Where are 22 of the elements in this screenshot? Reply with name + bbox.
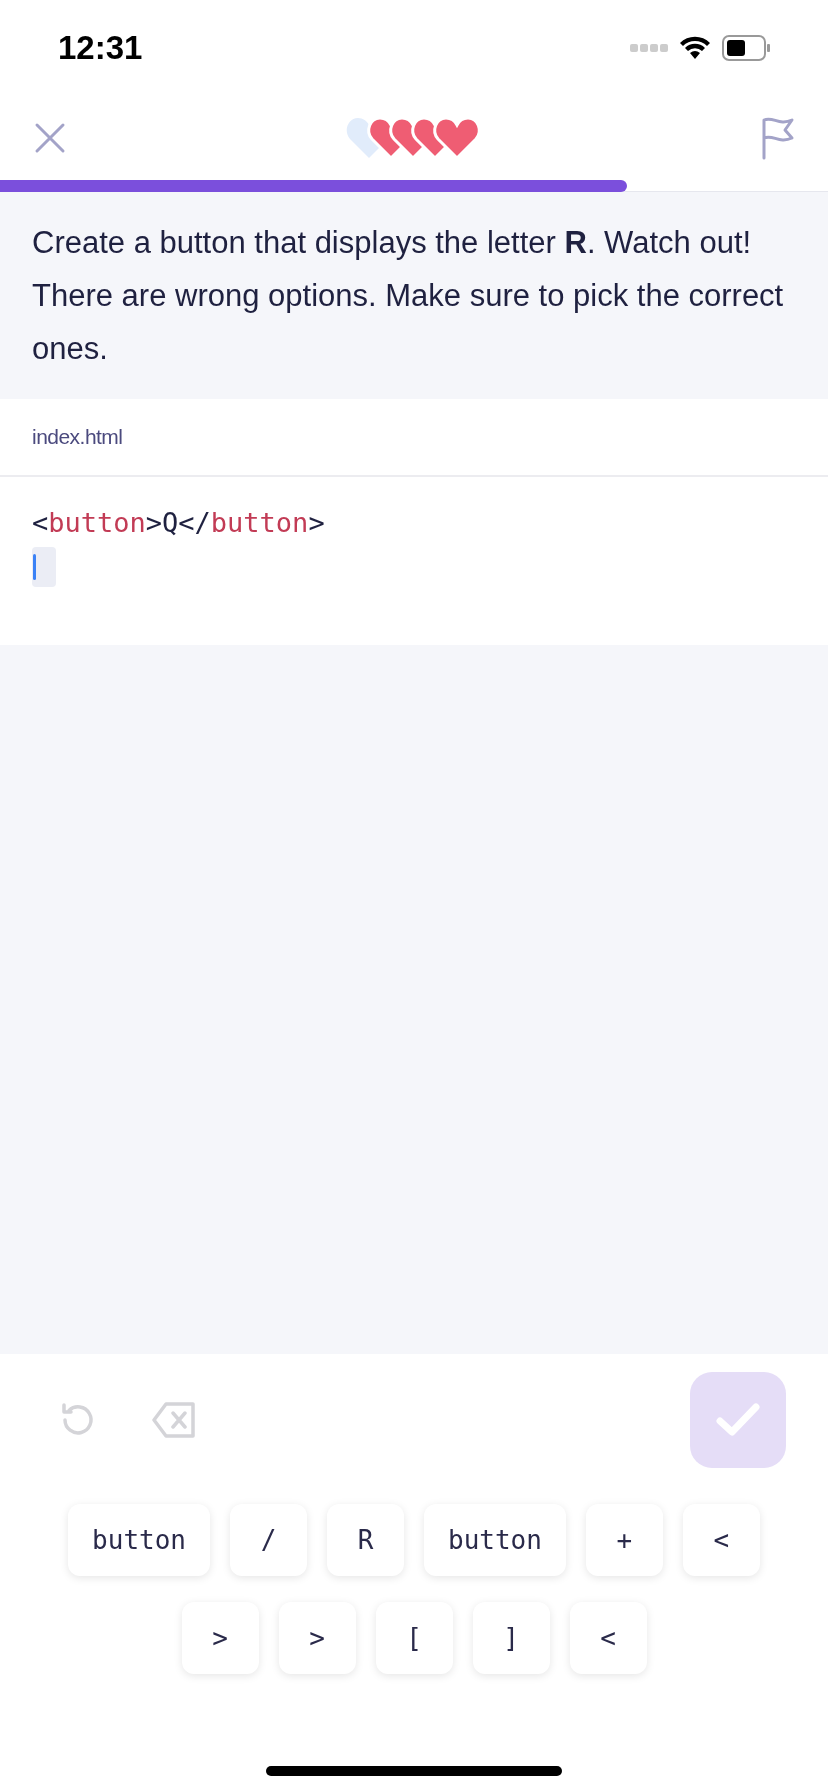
key-button[interactable]: < <box>682 1504 760 1576</box>
key-button[interactable]: + <box>585 1504 663 1576</box>
battery-icon <box>722 35 770 61</box>
key-button[interactable]: / <box>230 1504 307 1576</box>
code-line: <button>Q</button> <box>32 505 325 540</box>
checkmark-icon <box>716 1403 760 1437</box>
wifi-icon <box>680 36 710 60</box>
key-button[interactable]: R <box>327 1504 404 1576</box>
status-time: 12:31 <box>58 28 143 69</box>
key-button[interactable]: < <box>569 1602 647 1674</box>
key-button[interactable]: > <box>181 1602 259 1674</box>
signal-icon <box>630 43 668 53</box>
key-button[interactable]: > <box>278 1602 356 1674</box>
key-button[interactable]: button <box>68 1504 210 1576</box>
key-button[interactable]: button <box>424 1504 566 1576</box>
key-button[interactable]: ] <box>472 1602 550 1674</box>
key-button[interactable]: [ <box>375 1602 453 1674</box>
code-editor[interactable]: <button>Q</button> <box>0 477 828 645</box>
file-tab[interactable]: index.html <box>32 421 123 453</box>
input-slot[interactable] <box>32 547 56 587</box>
text-cursor <box>33 554 36 580</box>
backspace-button[interactable] <box>152 1400 196 1440</box>
